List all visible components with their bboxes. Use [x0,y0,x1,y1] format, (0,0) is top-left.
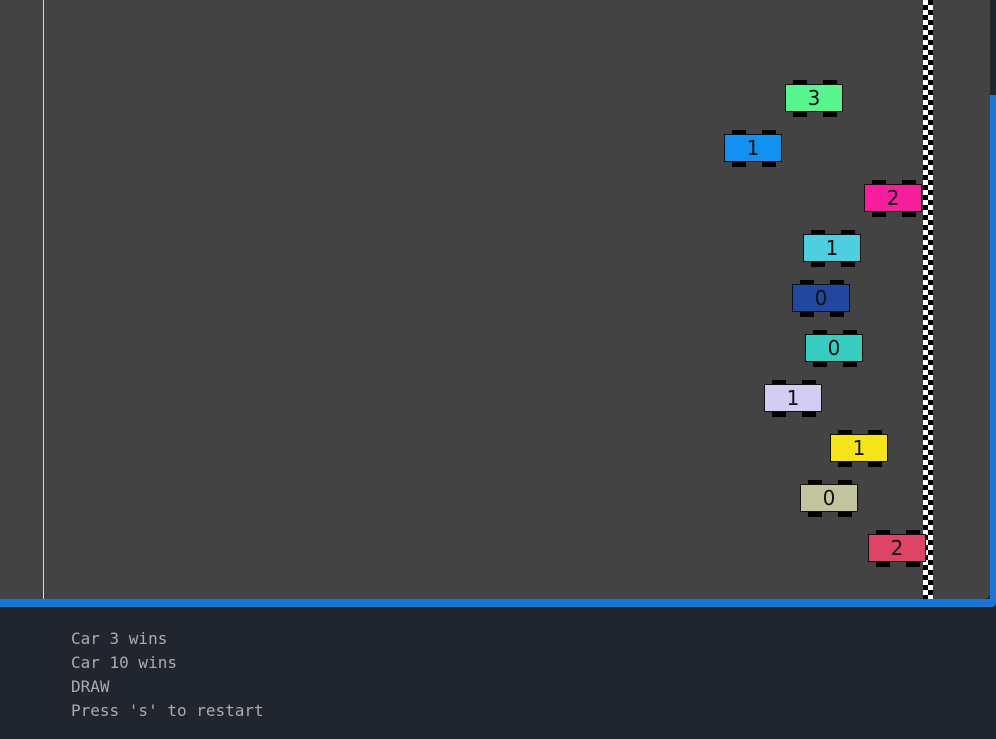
finish-line [923,0,933,599]
car-score: 1 [825,236,839,260]
car-5: 0 [792,280,852,317]
console-line: Car 10 wins [71,653,177,672]
car-score: 3 [807,86,821,110]
car-score: 1 [786,386,800,410]
car-8: 1 [830,430,890,467]
car-score: 1 [746,136,760,160]
console-line: Press 's' to restart [71,701,264,720]
car-score: 0 [822,486,836,510]
car-9: 0 [800,480,860,517]
car-score: 2 [886,186,900,210]
car-6: 0 [805,330,865,367]
console-line: DRAW [71,677,110,696]
car-1: 3 [785,80,845,117]
race-track: 3 1 2 1 0 0 1 1 0 2 [0,0,990,599]
car-score: 2 [890,536,904,560]
console-output: Car 3 wins Car 10 wins DRAW Press 's' to… [0,607,996,739]
canvas-bottom-border [0,599,996,607]
console-line: Car 3 wins [71,629,168,648]
car-2: 1 [724,130,784,167]
car-3: 2 [864,180,924,217]
car-score: 0 [827,336,841,360]
car-score: 1 [852,436,866,460]
car-7: 1 [764,380,824,417]
canvas-border-accent [990,95,996,600]
game-window: 3 1 2 1 0 0 1 1 0 2 Car 3 wins Car 10 wi… [0,0,996,739]
car-score: 0 [814,286,828,310]
car-4: 1 [803,230,863,267]
car-10: 2 [868,530,928,567]
start-line [43,0,44,599]
